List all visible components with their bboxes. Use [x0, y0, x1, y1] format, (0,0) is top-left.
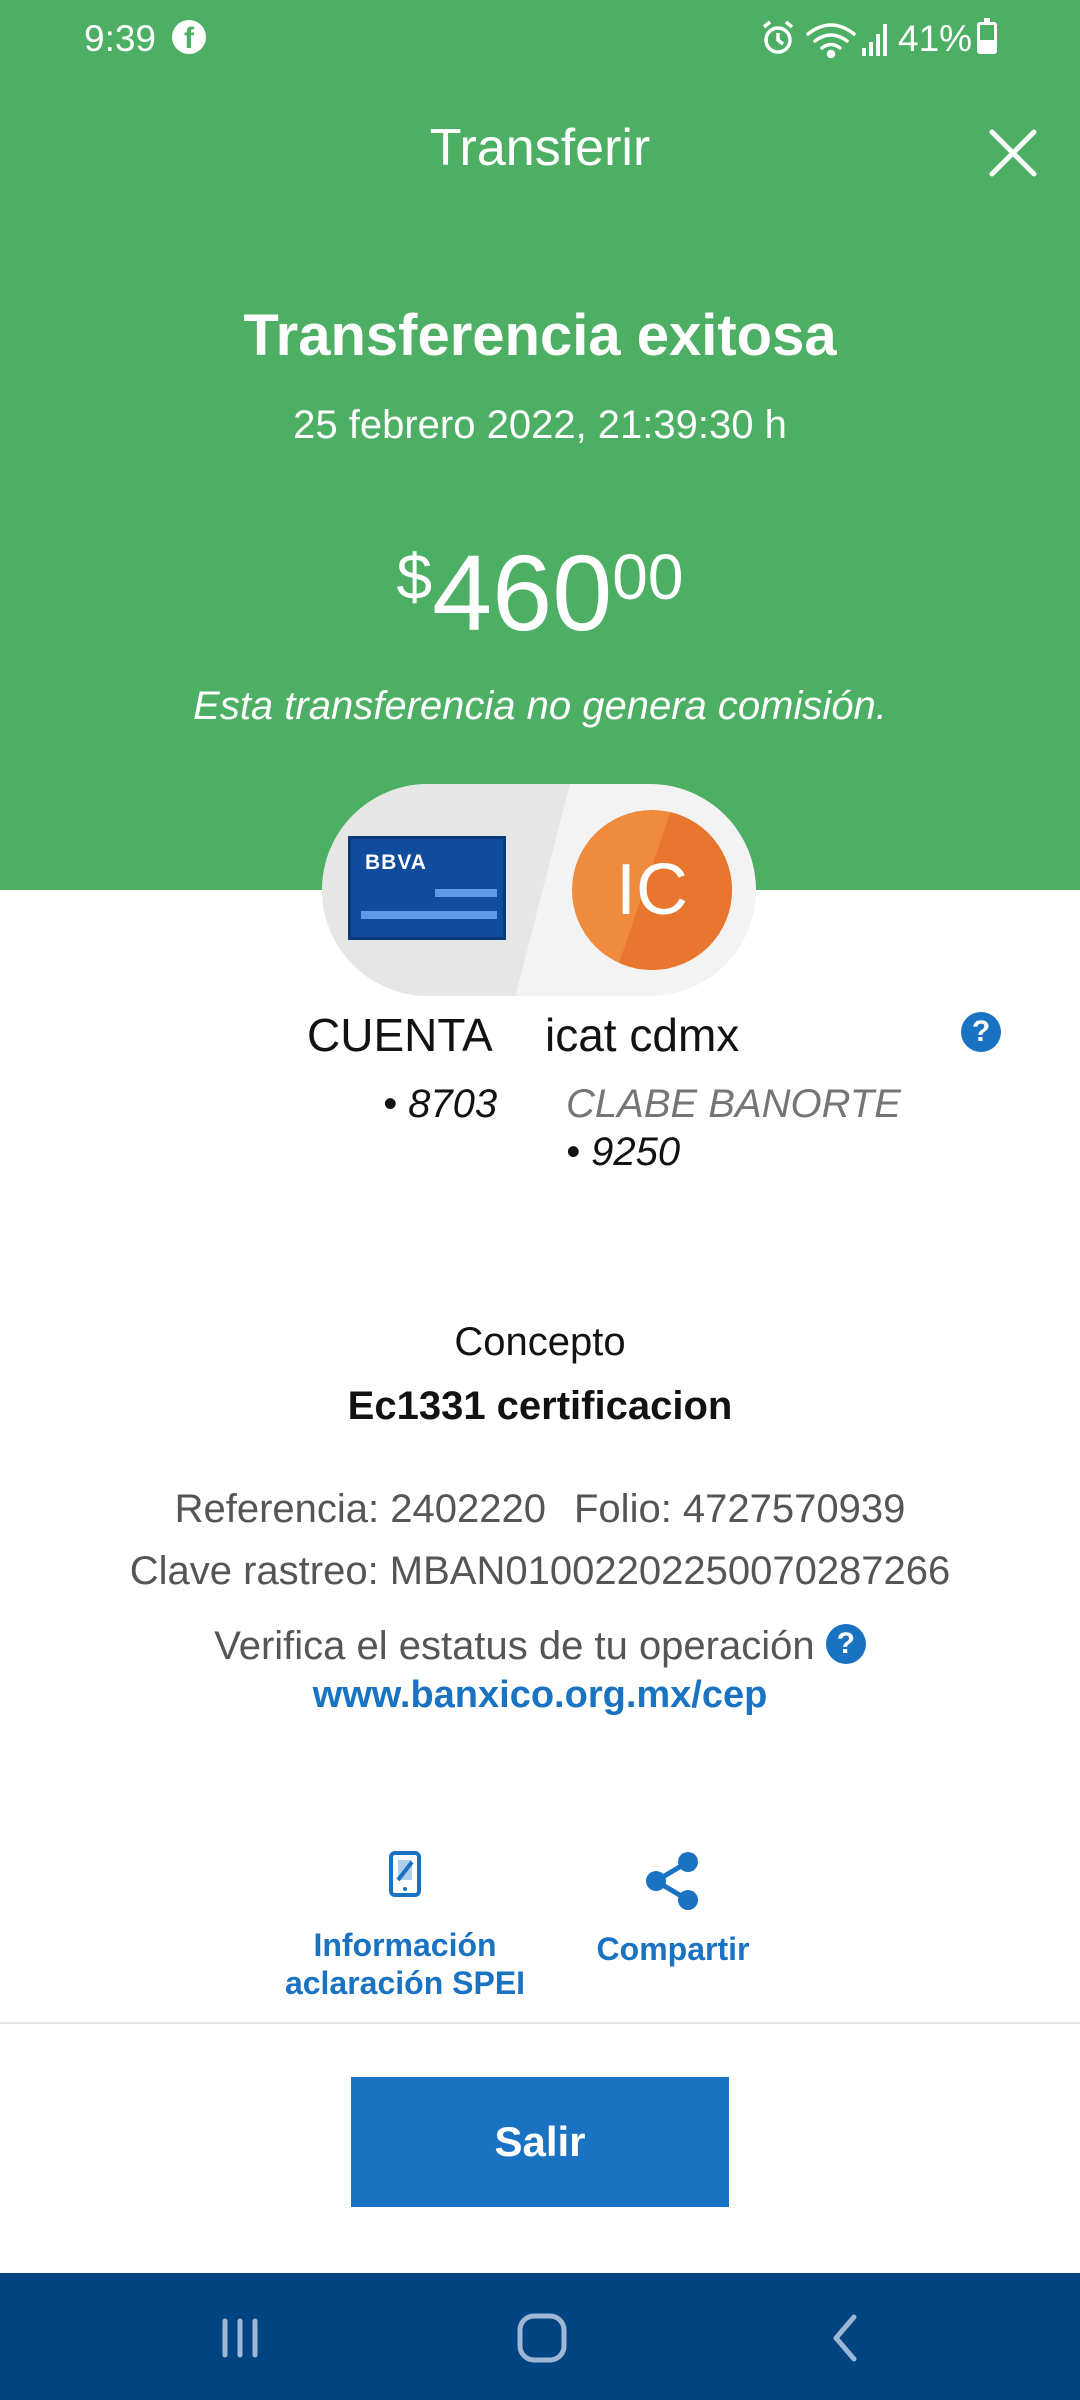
battery-level: [980, 40, 994, 51]
origin-account-number: • 8703: [383, 1082, 498, 1126]
home-icon[interactable]: [507, 2303, 577, 2373]
origin-account-label: CUENTA: [307, 1009, 493, 1061]
help-icon[interactable]: ?: [961, 1012, 1001, 1052]
destination-account-number: • 9250: [566, 1130, 681, 1174]
bank-logo: BBVA: [365, 851, 427, 874]
facebook-icon: f: [172, 20, 206, 54]
close-icon[interactable]: [978, 118, 1048, 188]
system-nav-bar: [0, 2273, 1080, 2400]
amount-integer: 460: [432, 532, 613, 653]
verify-line: Verifica el estatus de tu operación ?: [0, 1624, 1080, 1669]
transfer-parties-pill: BBVA IC: [322, 784, 756, 996]
avatar: IC: [572, 810, 732, 970]
transfer-datetime: 25 febrero 2022, 21:39:30 h: [293, 403, 787, 447]
amount-currency: $: [396, 541, 433, 613]
back-icon[interactable]: [810, 2303, 880, 2373]
amount-decimal: 00: [612, 541, 684, 613]
bbva-card-icon: BBVA: [348, 836, 506, 940]
page-title: Transferir: [429, 119, 651, 177]
concept-value: Ec1331 certificacion: [347, 1384, 733, 1428]
destination-account-type: CLABE BANORTE: [566, 1082, 901, 1126]
divider: [0, 2022, 1080, 2024]
avatar-initials: IC: [616, 850, 688, 930]
tracking-key: Clave rastreo: MBAN01002202250070287266: [129, 1549, 951, 1593]
reference-text: Referencia: 2402220: [174, 1487, 546, 1531]
alarm-icon: [762, 20, 794, 54]
card-stripe: [361, 911, 497, 919]
spei-label-line2: aclaración SPEI: [284, 1965, 526, 2001]
transfer-amount: $46000: [0, 530, 1080, 655]
status-time: 9:39: [84, 18, 157, 59]
share-button[interactable]: Compartir: [580, 1850, 766, 1968]
spei-info-button[interactable]: Información aclaración SPEI: [280, 1850, 530, 2002]
reference-folio-line: Referencia: 2402220 Folio: 4727570939: [0, 1487, 1080, 1532]
battery-percent: 41%: [898, 18, 973, 59]
fee-note: Esta transferencia no genera comisión.: [193, 684, 887, 728]
folio-text: Folio: 4727570939: [574, 1487, 906, 1531]
battery-icon: [977, 18, 997, 54]
spei-label-line1: Información: [313, 1927, 497, 1963]
destination-name: icat cdmx: [545, 1009, 740, 1061]
banxico-cep-link[interactable]: www.banxico.org.mx/cep: [0, 1674, 1080, 1717]
exit-button[interactable]: Salir: [351, 2077, 729, 2207]
concept-label: Concepto: [454, 1320, 626, 1364]
wifi-icon: [806, 23, 856, 58]
card-stripe: [435, 889, 497, 897]
status-bar: 9:39 f 41%: [0, 0, 1080, 76]
help-icon[interactable]: ?: [825, 1624, 866, 1665]
verify-text: Verifica el estatus de tu operación: [214, 1624, 815, 1668]
share-icon: [646, 1852, 698, 1910]
origin-panel: BBVA: [322, 784, 570, 996]
share-label: Compartir: [596, 1931, 750, 1967]
phone-info-icon: [389, 1851, 421, 1897]
signal-icon: [862, 24, 887, 56]
success-title: Transferencia exitosa: [243, 303, 837, 368]
recent-apps-icon[interactable]: [205, 2303, 275, 2373]
